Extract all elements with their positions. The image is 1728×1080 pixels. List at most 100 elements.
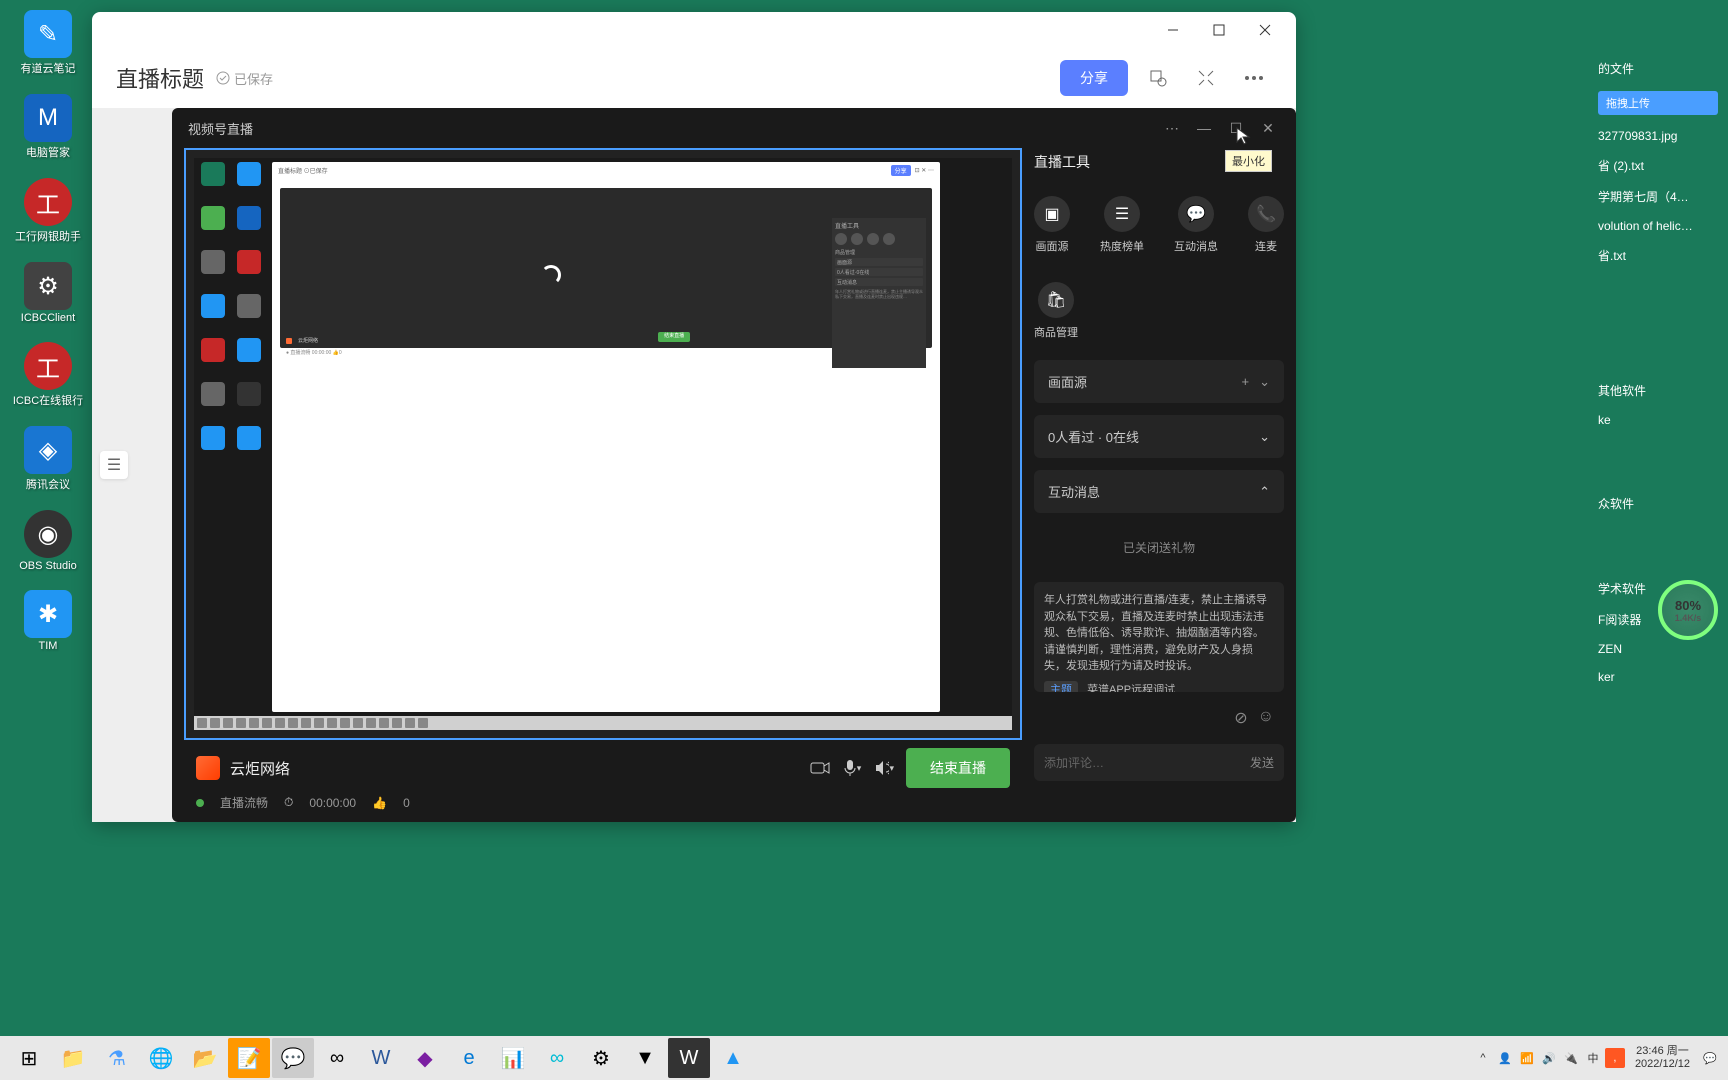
icon-label: ICBC在线银行 <box>13 392 83 408</box>
tray-wifi-icon[interactable]: 📶 <box>1517 1048 1537 1068</box>
send-button[interactable]: 发送 <box>1250 754 1274 771</box>
tb-wechat[interactable]: 💬 <box>272 1038 314 1078</box>
stream-minimize-button[interactable]: — <box>1192 116 1216 140</box>
tray-volume-icon[interactable]: 🔊 <box>1539 1048 1559 1068</box>
share-button[interactable]: 分享 <box>1060 60 1128 96</box>
tb-sublime[interactable]: 📝 <box>228 1038 270 1078</box>
stream-likes: 0 <box>403 796 410 810</box>
tray-input-icon[interactable]: , <box>1605 1048 1625 1068</box>
gauge-speed: 1.4K/s <box>1675 613 1702 623</box>
tool-ranking[interactable]: ☰ 热度榜单 <box>1100 196 1144 254</box>
main-app-window: 直播标题 已保存 分享 ☰ <box>92 12 1296 822</box>
file-item[interactable]: 众软件 <box>1598 495 1718 512</box>
messages-card[interactable]: 互动消息 ⌃ <box>1034 470 1284 513</box>
stream-title: 视频号直播 <box>188 119 253 138</box>
fullscreen-button[interactable] <box>1188 60 1224 96</box>
network-speed-gauge[interactable]: 80% 1.4K/s <box>1658 580 1718 640</box>
speaker-button[interactable]: ▾ <box>874 758 894 778</box>
tb-settings[interactable]: ⚙ <box>580 1038 622 1078</box>
main-titlebar <box>92 12 1296 48</box>
tray-people-icon[interactable]: 👤 <box>1495 1048 1515 1068</box>
tb-app-15[interactable]: W <box>668 1038 710 1078</box>
rail-tool-1[interactable]: ☰ <box>100 451 128 479</box>
file-item[interactable]: 其他软件 <box>1598 382 1718 399</box>
tb-explorer[interactable]: 📂 <box>184 1038 226 1078</box>
tb-app-12[interactable]: ∞ <box>536 1038 578 1078</box>
comment-input[interactable]: 添加评论… <box>1044 754 1242 771</box>
desktop-icon-tencent-meeting[interactable]: ◈ 腾讯会议 <box>8 426 88 492</box>
icon-label: 电脑管家 <box>26 144 70 160</box>
tb-app-2[interactable]: ⚗ <box>96 1038 138 1078</box>
zoom-icon <box>1148 68 1168 88</box>
tool-source[interactable]: ▣ 画面源 <box>1034 196 1070 254</box>
block-icon[interactable]: ⊘ <box>1234 708 1247 728</box>
tb-word[interactable]: W <box>360 1038 402 1078</box>
desktop-icon-icbcclient[interactable]: ⚙ ICBCClient <box>8 262 88 324</box>
file-item[interactable]: 省.txt <box>1598 247 1718 264</box>
file-item[interactable]: ker <box>1598 670 1718 684</box>
tray-up-icon[interactable]: ^ <box>1473 1048 1493 1068</box>
tool-messages[interactable]: 💬 互动消息 <box>1174 196 1218 254</box>
tb-chrome[interactable]: 🌐 <box>140 1038 182 1078</box>
taskbar-clock[interactable]: 23:46 周一 2022/12/12 <box>1627 1045 1698 1071</box>
channel-name: 云炬网络 <box>230 758 290 779</box>
tb-app-1[interactable]: 📁 <box>52 1038 94 1078</box>
mic-button[interactable]: ▾ <box>842 758 862 778</box>
tool-call[interactable]: 📞 连麦 <box>1248 196 1284 254</box>
start-button[interactable]: ⊞ <box>8 1038 50 1078</box>
icon-label: 工行网银助手 <box>15 228 81 244</box>
desktop-icon-youdao[interactable]: ✎ 有道云笔记 <box>8 10 88 76</box>
close-button[interactable] <box>1242 15 1288 45</box>
expand-icon <box>1196 68 1216 88</box>
upload-button[interactable]: 拖拽上传 <box>1598 91 1718 115</box>
file-item[interactable]: ke <box>1598 413 1718 427</box>
tool-products[interactable]: 🛍 商品管理 <box>1034 282 1078 340</box>
stream-more-button[interactable]: ⋯ <box>1160 116 1184 140</box>
tray-ime-icon[interactable]: 中 <box>1583 1048 1603 1068</box>
main-header: 直播标题 已保存 分享 <box>92 48 1296 108</box>
desktop-icon-obs[interactable]: ◉ OBS Studio <box>8 510 88 572</box>
add-icon[interactable]: + <box>1242 374 1250 390</box>
chevron-up-icon[interactable]: ⌃ <box>1259 484 1270 500</box>
minimize-icon <box>1167 24 1179 36</box>
chevron-down-icon[interactable]: ⌄ <box>1259 429 1270 445</box>
channel-avatar[interactable] <box>196 756 220 780</box>
tb-edge[interactable]: e <box>448 1038 490 1078</box>
file-item[interactable]: ZEN <box>1598 642 1718 656</box>
gauge-percent: 80% <box>1675 598 1701 613</box>
desktop-icon-icbc-online[interactable]: 工 ICBC在线银行 <box>8 342 88 408</box>
more-button[interactable] <box>1236 60 1272 96</box>
file-item[interactable]: volution of helic… <box>1598 219 1718 233</box>
tb-app-11[interactable]: 📊 <box>492 1038 534 1078</box>
stream-close-button[interactable]: ✕ <box>1256 116 1280 140</box>
phone-icon: 📞 <box>1248 196 1284 232</box>
file-item[interactable]: 学期第七周（4… <box>1598 188 1718 205</box>
minimize-button[interactable] <box>1150 15 1196 45</box>
desktop-icon-icbc-helper[interactable]: 工 工行网银助手 <box>8 178 88 244</box>
desktop-icon-pcmanager[interactable]: M 电脑管家 <box>8 94 88 160</box>
tb-app-7[interactable]: ∞ <box>316 1038 358 1078</box>
file-item[interactable]: 的文件 <box>1598 60 1718 77</box>
desktop-icon-tim[interactable]: ✱ TIM <box>8 590 88 652</box>
zoom-button[interactable] <box>1140 60 1176 96</box>
tb-app-16[interactable]: ▲ <box>712 1038 754 1078</box>
source-card[interactable]: 画面源 + ⌄ <box>1034 360 1284 403</box>
tray-battery-icon[interactable]: 🔌 <box>1561 1048 1581 1068</box>
file-item[interactable]: 省 (2).txt <box>1598 157 1718 174</box>
status-dot-icon <box>196 799 204 807</box>
tb-app-9[interactable]: ◆ <box>404 1038 446 1078</box>
preview-frame[interactable]: 直播标题 ⊙已保存 分享 ⊡ ✕ ⋯ 直播工具 <box>184 148 1022 740</box>
more-icon <box>1244 75 1264 81</box>
camera-button[interactable] <box>810 758 830 778</box>
stream-header: 视频号直播 ⋯ — ☐ ✕ 最小化 <box>172 108 1296 148</box>
tb-app-14[interactable]: ▼ <box>624 1038 666 1078</box>
camera-icon <box>810 761 830 775</box>
tray-notifications-icon[interactable]: 💬 <box>1700 1048 1720 1068</box>
end-stream-button[interactable]: 结束直播 <box>906 748 1010 788</box>
viewers-card[interactable]: 0人看过 · 0在线 ⌄ <box>1034 415 1284 458</box>
maximize-icon <box>1213 24 1225 36</box>
maximize-button[interactable] <box>1196 15 1242 45</box>
emoji-icon[interactable]: ☺ <box>1258 708 1274 728</box>
chevron-down-icon[interactable]: ⌄ <box>1259 374 1270 390</box>
file-item[interactable]: 327709831.jpg <box>1598 129 1718 143</box>
